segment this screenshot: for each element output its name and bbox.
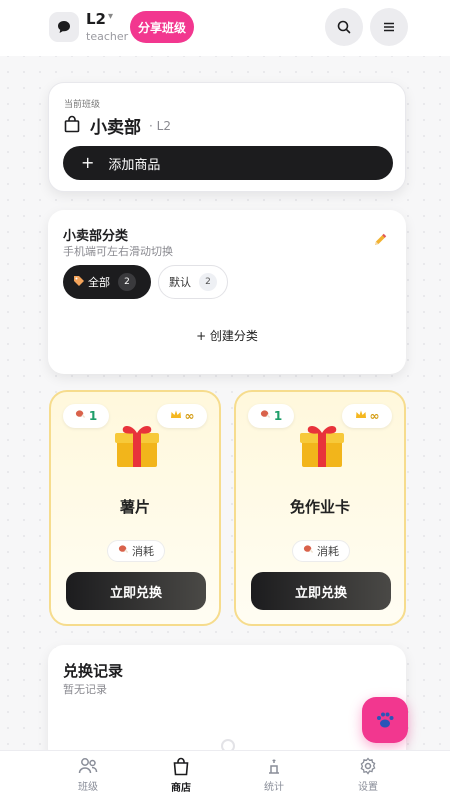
- nav-item-class[interactable]: 班级: [58, 757, 118, 793]
- consume-tag: 消耗: [107, 540, 165, 562]
- nav-label: 班级: [78, 782, 98, 793]
- chip-label: 默认: [169, 276, 191, 289]
- tag-icon: [73, 275, 85, 290]
- category-subtitle: 手机端可左右滑动切换: [63, 245, 173, 258]
- chat-icon[interactable]: [49, 12, 79, 42]
- gift-icon: [296, 418, 348, 470]
- users-icon: [78, 758, 98, 774]
- top-bar: L2 ▾ teacher 分享班级: [0, 0, 450, 56]
- chevron-down-icon[interactable]: ▾: [108, 11, 113, 22]
- records-empty-text: 暂无记录: [63, 683, 107, 696]
- cost-badge: 1: [248, 404, 294, 428]
- shop-name: 小卖部: [90, 118, 141, 138]
- shop-level: · L2: [149, 118, 171, 133]
- cost-badge: 1: [63, 404, 109, 428]
- plus-icon: +: [81, 153, 95, 172]
- nav-item-settings[interactable]: 设置: [338, 757, 398, 793]
- product-name: 薯片: [119, 498, 150, 516]
- nav-item-shop[interactable]: 商店: [151, 757, 211, 794]
- category-chip-all[interactable]: 全部 2: [63, 265, 151, 299]
- gift-icon: [111, 418, 163, 470]
- podium-icon: [269, 759, 279, 774]
- nav-item-stats[interactable]: 统计: [244, 757, 304, 793]
- nav-label: 商店: [171, 783, 191, 794]
- product-name: 免作业卡: [289, 498, 350, 516]
- paw-icon: [377, 712, 394, 728]
- stock-value: ∞: [369, 409, 380, 423]
- product-card: 1 ∞ 免作业卡 消耗 立即兑换: [234, 390, 406, 626]
- page: L2 ▾ teacher 分享班级 当前班级 小卖部 · L2 + 添加商品 小…: [0, 0, 450, 800]
- stock-badge: ∞: [157, 404, 207, 428]
- shop-bag-icon: [64, 115, 80, 137]
- class-name[interactable]: L2: [86, 10, 106, 28]
- meat-icon: [303, 544, 314, 558]
- gear-icon: [360, 757, 376, 775]
- meat-icon: [260, 409, 271, 423]
- consume-tag: 消耗: [292, 540, 350, 562]
- category-card: 小卖部分类 手机端可左右滑动切换 全部 2 默认 2 + 创建分类: [48, 210, 406, 374]
- menu-icon[interactable]: [370, 8, 408, 46]
- cost-value: 1: [88, 409, 98, 423]
- nav-label: 设置: [358, 782, 378, 793]
- shopping-bag-icon: [173, 757, 189, 776]
- category-title: 小卖部分类: [63, 229, 129, 244]
- role-label: teacher: [86, 30, 129, 43]
- crown-icon: [170, 409, 182, 423]
- stock-value: ∞: [184, 409, 195, 423]
- tag-label: 消耗: [317, 545, 339, 558]
- category-chip-default[interactable]: 默认 2: [158, 265, 228, 299]
- chip-count-badge: 2: [118, 273, 136, 291]
- current-class-card: 当前班级 小卖部 · L2 + 添加商品: [48, 82, 406, 192]
- bottom-nav: 班级 商店 统计 设置: [0, 750, 450, 800]
- search-icon[interactable]: [325, 8, 363, 46]
- redeem-button[interactable]: 立即兑换: [66, 572, 206, 610]
- create-category-button[interactable]: + 创建分类: [48, 327, 406, 344]
- cost-value: 1: [273, 409, 283, 423]
- meat-icon: [75, 409, 86, 423]
- crown-icon: [355, 409, 367, 423]
- stock-badge: ∞: [342, 404, 392, 428]
- add-product-button[interactable]: + 添加商品: [63, 146, 393, 180]
- chip-count-badge: 2: [199, 273, 217, 291]
- chip-label: 全部: [88, 276, 110, 289]
- edit-pencil-icon[interactable]: [372, 232, 388, 252]
- add-product-label: 添加商品: [108, 157, 161, 173]
- records-title: 兑换记录: [63, 662, 124, 680]
- redeem-button[interactable]: 立即兑换: [251, 572, 391, 610]
- meat-icon: [118, 544, 129, 558]
- share-class-button[interactable]: 分享班级: [130, 11, 194, 43]
- paw-fab-button[interactable]: [362, 697, 408, 743]
- tag-label: 消耗: [132, 545, 154, 558]
- nav-label: 统计: [264, 782, 284, 793]
- current-class-title-row: 小卖部 · L2: [64, 113, 171, 138]
- current-class-label: 当前班级: [64, 100, 101, 110]
- product-card: 1 ∞ 薯片 消耗 立即兑换: [49, 390, 221, 626]
